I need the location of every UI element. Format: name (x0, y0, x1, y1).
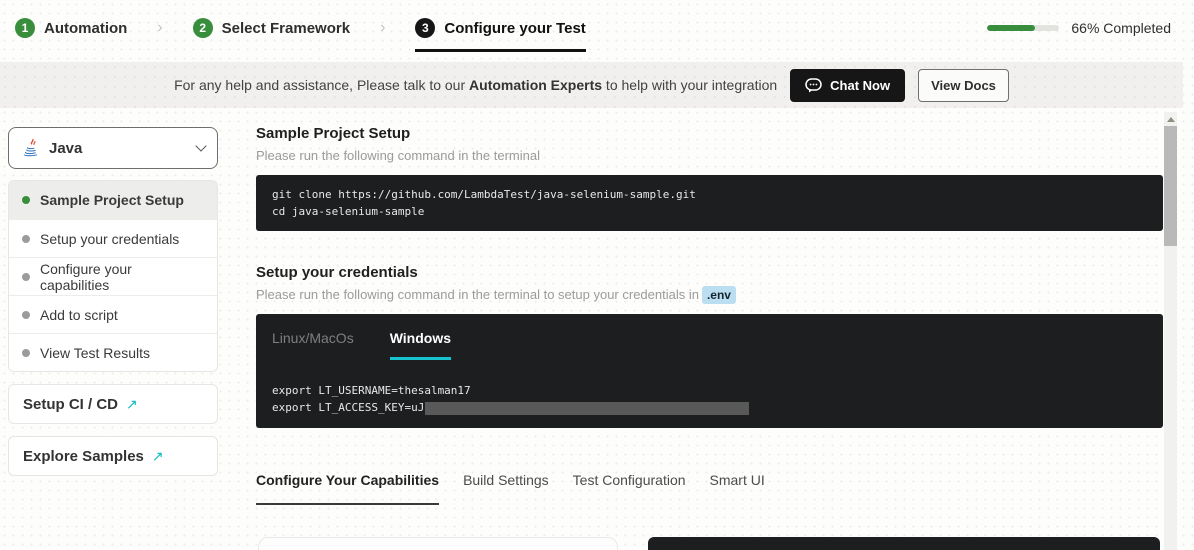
setup-credentials-section: Setup your credentials Please run the fo… (256, 264, 1163, 428)
tab-smart-ui[interactable]: Smart UI (710, 472, 765, 505)
chat-now-button[interactable]: Chat Now (790, 68, 906, 102)
external-link-icon: ↗ (126, 395, 138, 412)
sidebar-item-sample-project-setup[interactable]: Sample Project Setup (9, 181, 217, 219)
stepper-step-select-framework[interactable]: 2 Select Framework (192, 0, 351, 56)
sidebar-item-configure-capabilities[interactable]: Configure your capabilities (9, 257, 217, 295)
step-status-dot (22, 348, 30, 357)
sidebar-item-add-to-script[interactable]: Add to script (9, 295, 217, 333)
step-number-badge: 1 (15, 18, 35, 38)
sidebar-item-label: Sample Project Setup (40, 192, 184, 208)
credentials-subtitle-text: Please run the following command in the … (256, 287, 699, 302)
section-subtitle: Please run the following command in the … (256, 286, 1163, 304)
help-text-suffix: to help with your integration (602, 77, 778, 93)
view-docs-label: View Docs (931, 77, 996, 93)
external-link-icon: ↗ (151, 447, 164, 464)
sidebar-item-label: View Test Results (40, 344, 150, 361)
view-docs-button[interactable]: View Docs (918, 68, 1009, 102)
step-status-dot (22, 310, 30, 319)
configuration-tabs: Configure Your Capabilities Build Settin… (256, 472, 1163, 505)
setup-ci-cd-label: Setup CI / CD (23, 395, 119, 413)
chat-now-label: Chat Now (830, 77, 891, 93)
sidebar-item-view-test-results[interactable]: View Test Results (9, 333, 217, 371)
sidebar-item-label: Add to script (40, 306, 118, 323)
progress-bar-fill (987, 25, 1035, 31)
code-line: git clone https://github.com/LambdaTest/… (272, 188, 696, 201)
sample-project-setup-section: Sample Project Setup Please run the foll… (256, 117, 1163, 231)
help-text-prefix: For any help and assistance, Please talk… (174, 77, 470, 93)
git-clone-code-block[interactable]: git clone https://github.com/LambdaTest/… (256, 175, 1163, 231)
tab-test-configuration[interactable]: Test Configuration (573, 472, 686, 505)
help-banner-text: For any help and assistance, Please talk… (174, 77, 777, 93)
step-status-dot (22, 272, 30, 281)
language-selector-value: Java (49, 139, 83, 157)
step-number-badge: 2 (192, 18, 213, 38)
code-line: cd java-selenium-sample (272, 205, 425, 218)
explore-samples-link[interactable]: Explore Samples ↗ (8, 436, 218, 476)
setup-steps-nav: Sample Project Setup Setup your credenti… (8, 180, 218, 372)
capabilities-code-panel (648, 537, 1160, 550)
stepper-separator-icon: › (157, 19, 163, 36)
tab-build-settings[interactable]: Build Settings (463, 472, 549, 505)
help-banner: For any help and assistance, Please talk… (0, 62, 1183, 108)
vertical-scrollbar[interactable] (1164, 112, 1177, 550)
progress-bar (987, 25, 1060, 31)
completion-progress: 66% Completed (987, 0, 1171, 56)
access-key-prefix: export LT_ACCESS_KEY=uJ (272, 401, 425, 414)
sidebar-item-label: Setup your credentials (40, 230, 180, 247)
tab-configure-capabilities[interactable]: Configure Your Capabilities (256, 472, 440, 505)
setup-sidebar: Java Sample Project Setup Setup your cre… (8, 127, 218, 476)
sidebar-item-setup-credentials[interactable]: Setup your credentials (9, 219, 217, 257)
step-number-badge: 3 (415, 18, 436, 38)
access-key-redacted (425, 401, 750, 415)
section-title: Sample Project Setup (256, 125, 411, 142)
stepper-separator-icon: › (380, 19, 386, 36)
access-key-code-line: export LT_ACCESS_KEY=uJ (272, 399, 1147, 416)
tab-windows[interactable]: Windows (389, 330, 452, 360)
credentials-code-block: Linux/MacOs Windows export LT_USERNAME=t… (256, 314, 1163, 428)
step-status-dot (22, 234, 30, 243)
env-file-badge: .env (701, 286, 736, 304)
scrollbar-thumb[interactable] (1164, 126, 1177, 246)
step-label: Select Framework (221, 19, 351, 37)
progress-label: 66% Completed (1071, 20, 1171, 36)
main-content: Sample Project Setup Please run the foll… (256, 117, 1163, 505)
stepper-step-configure-test[interactable]: 3 Configure your Test (415, 0, 587, 56)
java-icon (21, 138, 41, 158)
step-label: Configure your Test (444, 19, 586, 37)
chat-bubble-icon (805, 77, 822, 93)
explore-samples-label: Explore Samples (23, 447, 144, 465)
step-status-dot (22, 196, 30, 204)
section-subtitle: Please run the following command in the … (256, 148, 540, 163)
scroll-up-arrow-icon[interactable] (1166, 117, 1175, 122)
capabilities-form-panel (258, 537, 618, 550)
setup-ci-cd-link[interactable]: Setup CI / CD ↗ (8, 384, 218, 424)
credentials-code[interactable]: export LT_USERNAME=thesalman17 export LT… (256, 360, 1163, 416)
chevron-down-icon (195, 140, 207, 152)
os-tabs: Linux/MacOs Windows (256, 314, 1163, 360)
stepper-step-automation[interactable]: 1 Automation (15, 0, 127, 56)
sidebar-item-label: Configure your capabilities (40, 260, 132, 293)
wizard-stepper: 1 Automation › 2 Select Framework › 3 Co… (0, 0, 1194, 56)
tab-linux-macos[interactable]: Linux/MacOs (272, 330, 354, 360)
step-label: Automation (44, 19, 128, 37)
help-text-bold: Automation Experts (469, 77, 603, 93)
section-title: Setup your credentials (256, 264, 418, 281)
username-code-line: export LT_USERNAME=thesalman17 (272, 384, 471, 397)
language-selector[interactable]: Java (8, 127, 218, 169)
